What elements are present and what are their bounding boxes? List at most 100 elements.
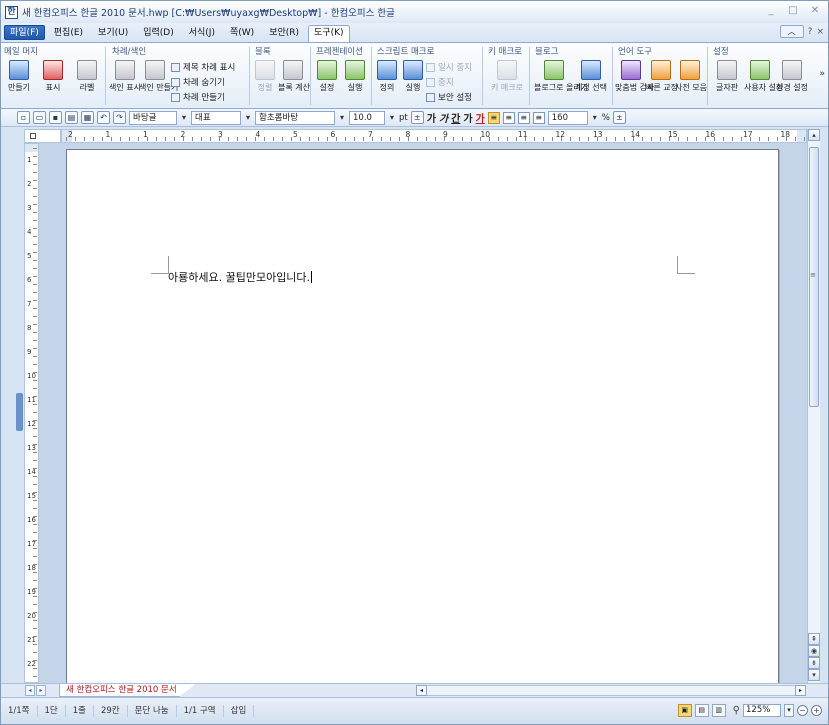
- blog-account-button[interactable]: 계정 선택: [574, 60, 608, 93]
- mail-merge-create-button[interactable]: 만들기: [3, 60, 35, 93]
- spellcheck-button[interactable]: 맞춤법 검사: [615, 60, 654, 93]
- scroll-up-icon[interactable]: ▴: [808, 129, 820, 141]
- underline-button[interactable]: 간: [451, 110, 460, 125]
- preview-icon[interactable]: ▦: [81, 111, 94, 124]
- browse-object-icon[interactable]: ◉: [808, 645, 820, 657]
- zoom-level-input[interactable]: 125%: [743, 704, 781, 717]
- size-stepper-icon[interactable]: ±: [410, 111, 424, 124]
- keyboard-layout-button[interactable]: 글자판: [710, 60, 744, 93]
- index-create-button[interactable]: 색인 만들기: [139, 60, 178, 93]
- status-page[interactable]: 1/1쪽: [1, 705, 38, 717]
- outline-view-icon[interactable]: ▥: [711, 704, 726, 717]
- menu-tools[interactable]: 도구(K): [308, 25, 350, 43]
- block-calc-button[interactable]: 블록 계산: [278, 60, 310, 93]
- ruler-corner[interactable]: [24, 129, 61, 143]
- italic-button[interactable]: 가: [439, 110, 448, 125]
- font-size-input[interactable]: 10.0: [349, 110, 394, 125]
- style-select[interactable]: 바탕글: [129, 110, 186, 125]
- label-button[interactable]: 라벨: [71, 60, 103, 93]
- ribbon-collapse-button[interactable]: ︿: [779, 25, 804, 38]
- strikethrough-button[interactable]: 가: [463, 110, 472, 125]
- menu-file[interactable]: 파일(F): [4, 25, 45, 40]
- bold-button[interactable]: 가: [427, 110, 436, 125]
- align-justify-icon[interactable]: ≡: [487, 111, 500, 124]
- document-body-text[interactable]: 아룡하세요. 꿀팁만모아입니다.: [168, 269, 313, 285]
- ribbon-more-icon[interactable]: »: [819, 69, 825, 79]
- horizontal-ruler[interactable]: 2 1 1 2 3 4 5 6 7 8 9 10 11 12 13 14 15 16 17 18: [61, 129, 807, 143]
- align-left-icon[interactable]: ≡: [502, 111, 515, 124]
- normal-view-icon[interactable]: ▣: [677, 704, 692, 717]
- macro-security-button[interactable]: 보안 설정: [426, 91, 472, 103]
- line-spacing-input[interactable]: 160: [547, 110, 597, 125]
- index-mark-button[interactable]: 색인 표시: [109, 60, 141, 93]
- zoom-out-icon[interactable]: −: [797, 705, 808, 716]
- scroll-left-icon[interactable]: ◂: [416, 685, 427, 696]
- zoom-in-icon[interactable]: +: [811, 705, 822, 716]
- zoom-dropdown-icon[interactable]: ▾: [784, 704, 794, 717]
- font-select[interactable]: 함초롬바탕: [255, 110, 344, 125]
- align-right-icon[interactable]: ≡: [532, 111, 545, 124]
- user-settings-button[interactable]: 사용자 설정: [744, 60, 783, 93]
- vertical-ruler[interactable]: 1 2 3 4 5 6 7 8 9 10 11 12 13 14 15 16 17 18 19 20 21 22: [24, 143, 39, 683]
- scroll-down-icon[interactable]: ▾: [808, 669, 820, 681]
- menu-format[interactable]: 서식(J): [183, 25, 221, 40]
- document-tab[interactable]: 새 한컴오피스 한글 2010 문서: [59, 684, 196, 697]
- web-view-icon[interactable]: ▤: [694, 704, 709, 717]
- status-insert-mode[interactable]: 삽입: [224, 705, 255, 717]
- side-panel-handle[interactable]: [16, 393, 23, 431]
- prev-page-icon[interactable]: ⇞: [808, 633, 820, 645]
- ruler-tick: [33, 380, 37, 381]
- horizontal-scrollbar[interactable]: ◂ ▸: [416, 685, 806, 696]
- menu-view[interactable]: 보기(U): [92, 25, 134, 40]
- font-size-unit[interactable]: pt: [399, 113, 408, 123]
- quick-correct-button[interactable]: 빠른 교정: [646, 60, 678, 93]
- macro-define-button[interactable]: 정의: [374, 60, 400, 93]
- sort-button[interactable]: 정렬: [252, 60, 278, 93]
- font-type-select[interactable]: 대표: [191, 110, 250, 125]
- ruler-number: 4: [27, 228, 32, 236]
- new-document-icon[interactable]: ▫: [17, 111, 30, 124]
- presentation-setup-button[interactable]: 설정: [313, 60, 341, 93]
- save-icon[interactable]: ▪: [49, 111, 62, 124]
- help-icon[interactable]: ?: [808, 27, 813, 37]
- presentation-run-button[interactable]: 실행: [341, 60, 369, 93]
- hwp-app-icon[interactable]: 한: [5, 5, 18, 19]
- close-icon[interactable]: ✕: [808, 4, 822, 18]
- macro-stop-button[interactable]: 중지: [426, 76, 454, 88]
- open-folder-icon[interactable]: ▭: [33, 111, 46, 124]
- next-page-icon[interactable]: ⇟: [808, 657, 820, 669]
- spacing-stepper-icon[interactable]: ±: [612, 111, 626, 124]
- ruler-tick: [624, 137, 625, 141]
- mail-merge-show-button[interactable]: 표시: [37, 60, 69, 93]
- menu-page[interactable]: 쪽(W): [224, 25, 260, 40]
- blog-post-button[interactable]: 블로그로 올리기: [534, 60, 588, 93]
- dictionary-button[interactable]: 사전 모음: [675, 60, 707, 93]
- font-color-button[interactable]: 가: [476, 110, 485, 125]
- menu-edit[interactable]: 편집(E): [48, 25, 89, 40]
- minimize-icon[interactable]: _: [764, 4, 778, 18]
- toc-hide-button[interactable]: 차례 숨기기: [171, 76, 225, 88]
- align-center-icon[interactable]: ≡: [517, 111, 530, 124]
- macro-pause-button[interactable]: 일시 중지: [426, 61, 472, 73]
- document-page[interactable]: 아룡하세요. 꿀팁만모아입니다.: [66, 149, 779, 683]
- zoom-magnifier-icon[interactable]: ⚲: [733, 705, 740, 716]
- redo-icon[interactable]: ↷: [113, 111, 126, 124]
- environment-settings-button[interactable]: 환경 설정: [776, 60, 808, 93]
- blog-account-icon: [581, 60, 601, 80]
- print-icon[interactable]: ▤: [65, 111, 78, 124]
- tab-prev-icon[interactable]: ◂: [25, 685, 35, 696]
- toc-create-button[interactable]: 차례 만들기: [171, 91, 225, 103]
- scroll-right-icon[interactable]: ▸: [795, 685, 806, 696]
- ruler-tick: [33, 252, 37, 253]
- undo-icon[interactable]: ↶: [97, 111, 110, 124]
- menu-insert[interactable]: 입력(D): [137, 25, 180, 40]
- macro-run-button[interactable]: 실행: [400, 60, 426, 93]
- menu-security[interactable]: 보안(R): [263, 25, 305, 40]
- key-macro-button[interactable]: 키 매크로: [489, 60, 525, 93]
- toc-mark-title-button[interactable]: 제목 차례 표시: [171, 61, 235, 73]
- doc-close-icon[interactable]: ×: [816, 27, 824, 37]
- ruler-tick: [84, 137, 85, 141]
- tab-next-icon[interactable]: ▸: [36, 685, 46, 696]
- vertical-scrollbar[interactable]: ▴ ≡ ⇞ ◉ ⇟ ▾: [807, 129, 820, 683]
- maximize-icon[interactable]: □: [786, 4, 800, 18]
